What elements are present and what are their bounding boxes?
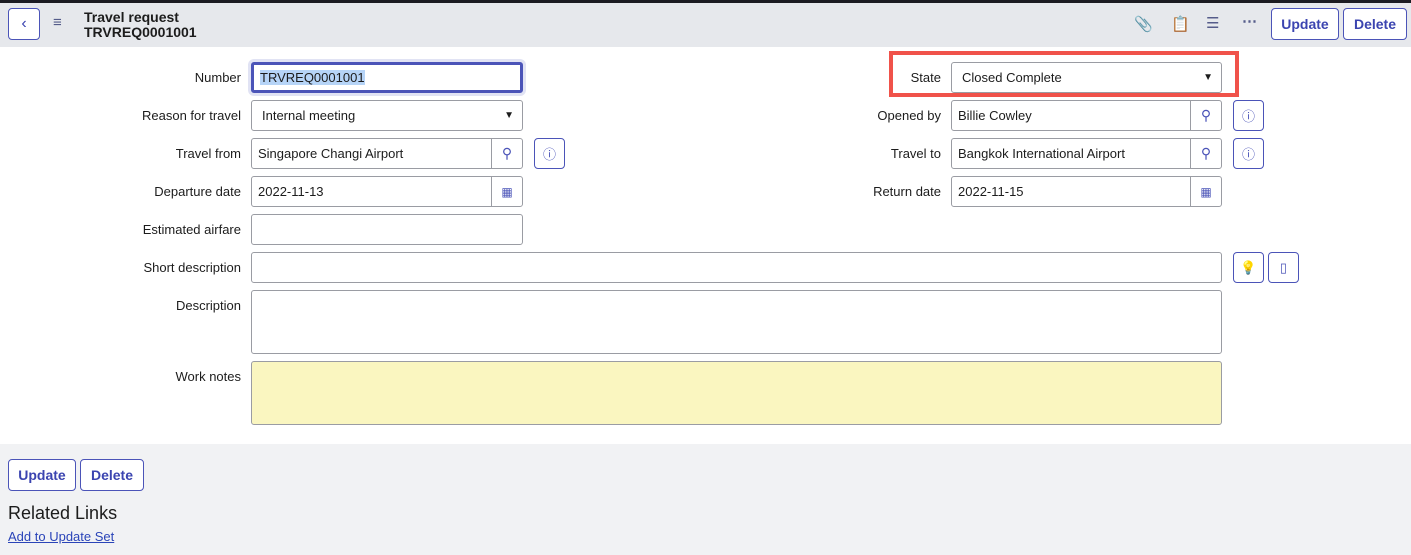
form-body: Number TRVREQ0001001 Reason for travel I… <box>0 47 1411 444</box>
departure-label: Departure date <box>154 184 241 199</box>
short-description-label: Short description <box>143 260 241 275</box>
reason-label: Reason for travel <box>142 108 241 123</box>
return-date-field[interactable]: 2022-11-15 <box>951 176 1192 207</box>
opened-by-value: Billie Cowley <box>958 108 1032 123</box>
description-label: Description <box>175 298 241 313</box>
airfare-field[interactable] <box>251 214 523 245</box>
travel-to-label: Travel to <box>890 146 941 161</box>
opened-by-label: Opened by <box>877 108 941 123</box>
opened-by-field[interactable]: Billie Cowley <box>951 100 1192 131</box>
add-to-update-set-link[interactable]: Add to Update Set <box>8 529 114 544</box>
return-date-label: Return date <box>873 184 941 199</box>
back-button[interactable]: ‹ <box>8 8 40 40</box>
footer-delete-button[interactable]: Delete <box>80 459 144 491</box>
state-select[interactable]: Closed Complete ▼ <box>951 62 1222 93</box>
state-value: Closed Complete <box>962 70 1062 85</box>
chevron-down-icon: ▼ <box>504 110 514 121</box>
lightbulb-icon[interactable]: 💡 <box>1233 252 1264 283</box>
form-header: ‹ ≡ Travel request TRVREQ0001001 📎 📋 ☰ ⋯… <box>0 3 1411 47</box>
paperclip-icon[interactable]: 📎 <box>1134 15 1153 33</box>
number-field[interactable]: TRVREQ0001001 <box>251 62 523 93</box>
record-number: TRVREQ0001001 <box>84 24 197 40</box>
search-icon[interactable]: ⚲ <box>1190 138 1222 169</box>
travel-to-field[interactable]: Bangkok International Airport <box>951 138 1192 169</box>
footer-update-button[interactable]: Update <box>8 459 76 491</box>
related-links-heading: Related Links <box>8 503 118 523</box>
clipboard-icon[interactable]: 📋 <box>1171 15 1190 33</box>
short-description-field[interactable] <box>251 252 1222 283</box>
info-icon[interactable]: ⓘ <box>1233 100 1264 131</box>
number-label: Number <box>194 70 241 85</box>
book-icon[interactable]: ▯ <box>1268 252 1299 283</box>
calendar-icon[interactable]: ▦ <box>1190 176 1222 207</box>
travel-to-value: Bangkok International Airport <box>958 146 1125 161</box>
more-icon[interactable]: ⋯ <box>1242 12 1257 30</box>
airfare-label: Estimated airfare <box>142 222 241 237</box>
work-notes-label: Work notes <box>175 369 241 384</box>
reason-value: Internal meeting <box>262 108 356 123</box>
travel-from-label: Travel from <box>175 146 241 161</box>
search-icon[interactable]: ⚲ <box>491 138 523 169</box>
calendar-icon[interactable]: ▦ <box>491 176 523 207</box>
work-notes-field[interactable] <box>251 361 1222 425</box>
update-button[interactable]: Update <box>1271 8 1339 40</box>
departure-value: 2022-11-13 <box>258 184 324 199</box>
info-icon[interactable]: ⓘ <box>1233 138 1264 169</box>
form-title: Travel request <box>84 9 179 25</box>
description-field[interactable] <box>251 290 1222 354</box>
info-icon[interactable]: ⓘ <box>534 138 565 169</box>
chevron-down-icon: ▼ <box>1203 72 1213 83</box>
departure-date-field[interactable]: 2022-11-13 <box>251 176 492 207</box>
travel-from-value: Singapore Changi Airport <box>258 146 404 161</box>
return-value: 2022-11-15 <box>958 184 1024 199</box>
travel-from-field[interactable]: Singapore Changi Airport <box>251 138 492 169</box>
search-icon[interactable]: ⚲ <box>1190 100 1222 131</box>
delete-button[interactable]: Delete <box>1343 8 1407 40</box>
menu-icon[interactable]: ≡ <box>53 14 62 31</box>
number-value: TRVREQ0001001 <box>260 70 365 85</box>
settings-sliders-icon[interactable]: ☰ <box>1206 14 1219 32</box>
state-label: State <box>910 70 941 85</box>
reason-select[interactable]: Internal meeting ▼ <box>251 100 523 131</box>
